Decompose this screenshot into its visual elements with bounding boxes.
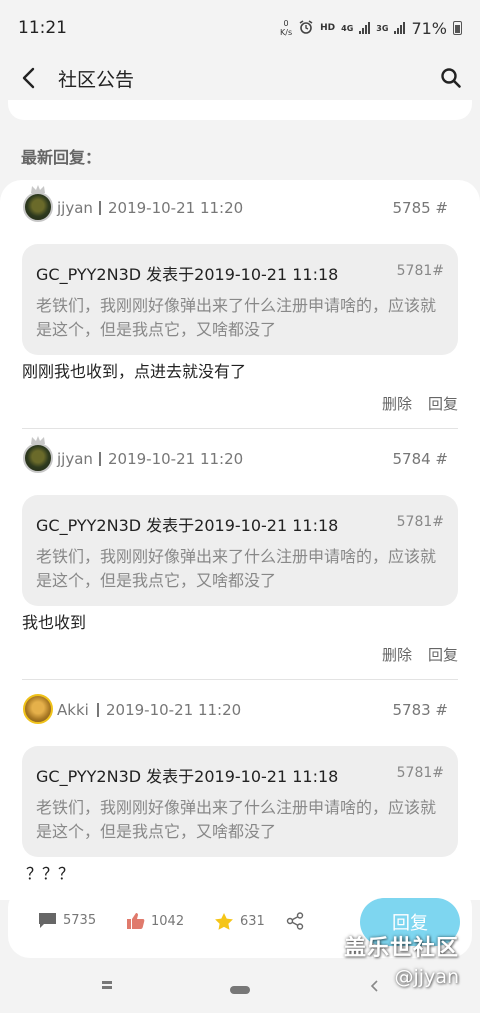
username[interactable]: jjyan: [57, 199, 93, 217]
quote-floor: 5781#: [396, 765, 444, 781]
divider: [22, 428, 458, 429]
status-bar: 11:21 0 K/s HD 4G 3G 71%: [0, 0, 480, 56]
status-icons: 0 K/s HD 4G 3G 71%: [280, 19, 462, 38]
reply-body: 刚刚我也收到，点进去就没有了: [22, 362, 247, 381]
nav-back-button[interactable]: [368, 978, 382, 994]
network-speed: 0 K/s: [280, 19, 293, 37]
quote-text: 老铁们，我刚刚好像弹出来了什么注册申请啥的，应该就是这个，但是我点它，又啥都没了: [36, 296, 437, 339]
net-3g-label: 3G: [376, 23, 389, 33]
post-datetime: 2019-10-21 11:20: [97, 701, 241, 719]
reply-header: jjyan 2019-10-21 11:20 5785 #: [22, 180, 458, 236]
home-icon: [230, 986, 250, 994]
hd-label: HD: [320, 23, 336, 33]
reply-body: ？？？: [26, 864, 75, 883]
previous-card-edge: [8, 100, 472, 120]
nav-back-icon: [370, 980, 378, 992]
avatar[interactable]: [23, 443, 53, 473]
system-nav-bar: [0, 958, 480, 1013]
floor-number: 5783 #: [392, 701, 448, 719]
quote-floor: 5781#: [396, 514, 444, 530]
quote-text: 老铁们，我刚刚好像弹出来了什么注册申请啥的，应该就是这个，但是我点它，又啥都没了: [36, 547, 437, 590]
reply-actions: 删除 回复: [382, 393, 458, 414]
comment-icon: [39, 913, 56, 928]
quote-text: 老铁们，我刚刚好像弹出来了什么注册申请啥的，应该就是这个，但是我点它，又啥都没了: [36, 798, 437, 841]
alarm-icon: [298, 19, 314, 38]
search-icon: [441, 68, 461, 88]
comments-button[interactable]: 5735: [38, 912, 96, 929]
reply-actions: 删除 回复: [382, 644, 458, 665]
delete-button[interactable]: 删除: [382, 393, 412, 414]
quote-author-line: GC_PYY2N3D 发表于2019-10-21 11:18: [36, 516, 339, 535]
recent-apps-icon: [102, 981, 112, 989]
divider: [22, 679, 458, 680]
signal-bars-icon: [359, 22, 371, 34]
avatar[interactable]: [23, 694, 53, 724]
like-button[interactable]: 1042: [126, 912, 184, 930]
reply-link[interactable]: 回复: [428, 393, 458, 414]
reply-body: 我也收到: [22, 613, 87, 632]
likes-count: 1042: [151, 913, 185, 929]
avatar[interactable]: [23, 192, 53, 222]
home-button[interactable]: [229, 980, 251, 994]
quoted-post[interactable]: GC_PYY2N3D 发表于2019-10-21 11:18 5781# 老铁们…: [22, 495, 458, 606]
delete-button[interactable]: 删除: [382, 644, 412, 665]
recent-apps-button[interactable]: [96, 978, 118, 994]
username[interactable]: jjyan: [57, 450, 93, 468]
quoted-post[interactable]: GC_PYY2N3D 发表于2019-10-21 11:18 5781# 老铁们…: [22, 746, 458, 857]
reply-link[interactable]: 回复: [428, 644, 458, 665]
net-4g-label: 4G: [341, 23, 354, 33]
username[interactable]: Akki: [57, 701, 89, 719]
post-datetime: 2019-10-21 11:20: [99, 199, 243, 217]
reply-header: Akki 2019-10-21 11:20 5783 #: [22, 682, 458, 738]
quoted-post[interactable]: GC_PYY2N3D 发表于2019-10-21 11:18 5781# 老铁们…: [22, 244, 458, 355]
share-button[interactable]: [286, 912, 304, 930]
app-bar: 社区公告: [0, 56, 480, 100]
favorite-button[interactable]: 631: [214, 912, 265, 931]
status-time: 11:21: [18, 18, 67, 38]
post-datetime: 2019-10-21 11:20: [99, 450, 243, 468]
battery-percent: 71%: [411, 18, 447, 38]
quote-author-line: GC_PYY2N3D 发表于2019-10-21 11:18: [36, 767, 339, 786]
thumbs-up-icon: [127, 913, 145, 929]
back-arrow-icon: [22, 67, 35, 89]
quote-author-line: GC_PYY2N3D 发表于2019-10-21 11:18: [36, 265, 339, 284]
share-icon: [286, 912, 304, 930]
star-icon: [215, 913, 233, 930]
section-label: 最新回复：: [21, 148, 102, 167]
favorites-count: 631: [240, 914, 265, 929]
page-title: 社区公告: [58, 68, 135, 91]
quote-floor: 5781#: [396, 263, 444, 279]
comments-count: 5735: [63, 913, 97, 928]
floor-number: 5784 #: [392, 450, 448, 468]
reply-header: jjyan 2019-10-21 11:20 5784 #: [22, 431, 458, 487]
search-button[interactable]: [422, 56, 480, 100]
reply-list: jjyan 2019-10-21 11:20 5785 # GC_PYY2N3D…: [0, 180, 480, 900]
floor-number: 5785 #: [392, 199, 448, 217]
signal-bars-2-icon: [394, 22, 406, 34]
back-button[interactable]: [0, 56, 58, 100]
battery-icon: [453, 21, 462, 35]
